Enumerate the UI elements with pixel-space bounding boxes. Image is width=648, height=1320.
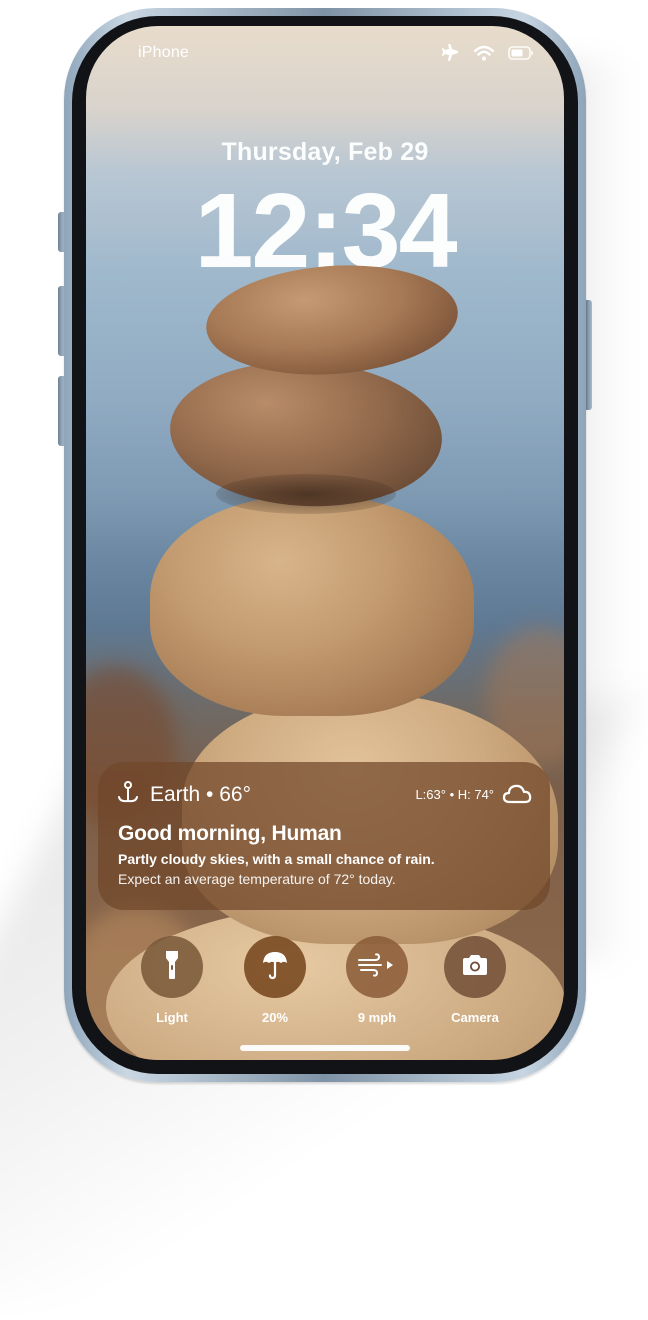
battery-icon xyxy=(508,46,534,65)
weather-location-row: Earth • 66° xyxy=(116,780,251,810)
rain-chance-label: 20% xyxy=(261,1010,289,1025)
camera-icon xyxy=(461,954,489,981)
camera-label: Camera xyxy=(451,1010,499,1025)
weather-greeting: Good morning, Human xyxy=(118,822,342,845)
weather-location: Earth • 66° xyxy=(150,783,251,806)
home-indicator[interactable] xyxy=(240,1045,410,1051)
status-icons xyxy=(440,43,534,67)
lock-screen-mockup: Thursday, Feb 29 12:34 iPhone Earth • 66… xyxy=(0,0,648,1320)
weather-detail: Expect an average temperature of 72° tod… xyxy=(118,871,396,887)
flashlight-button[interactable] xyxy=(141,936,203,998)
weather-summary: Partly cloudy skies, with a small chance… xyxy=(118,851,435,867)
status-bar: iPhone xyxy=(86,26,564,86)
lock-date: Thursday, Feb 29 xyxy=(221,138,429,166)
cloud-icon xyxy=(502,782,532,807)
side-power-button[interactable] xyxy=(586,300,592,410)
umbrella-icon xyxy=(261,950,289,985)
wind-icon xyxy=(357,952,397,982)
rain-chance-button[interactable] xyxy=(244,936,306,998)
weather-range-row: L:63° • H: 74° xyxy=(415,782,532,807)
carrier-label: iPhone xyxy=(138,44,190,61)
camera-button[interactable] xyxy=(444,936,506,998)
flashlight-label: Light xyxy=(156,1010,188,1025)
weather-widget[interactable]: Earth • 66° L:63° • H: 74° Good morning,… xyxy=(98,762,550,910)
airplane-icon xyxy=(440,43,460,67)
wallpaper-stone-shadow xyxy=(216,474,396,514)
temperature-range: L:63° • H: 74° xyxy=(415,787,494,802)
flashlight-icon xyxy=(164,949,180,986)
wifi-icon xyxy=(473,45,495,66)
wind-speed-label: 9 mph xyxy=(357,1010,397,1025)
location-pin-icon xyxy=(116,780,140,810)
wind-button[interactable] xyxy=(346,936,408,998)
wallpaper-stone xyxy=(150,496,474,716)
lock-screen: Thursday, Feb 29 12:34 iPhone Earth • 66… xyxy=(86,26,564,1060)
